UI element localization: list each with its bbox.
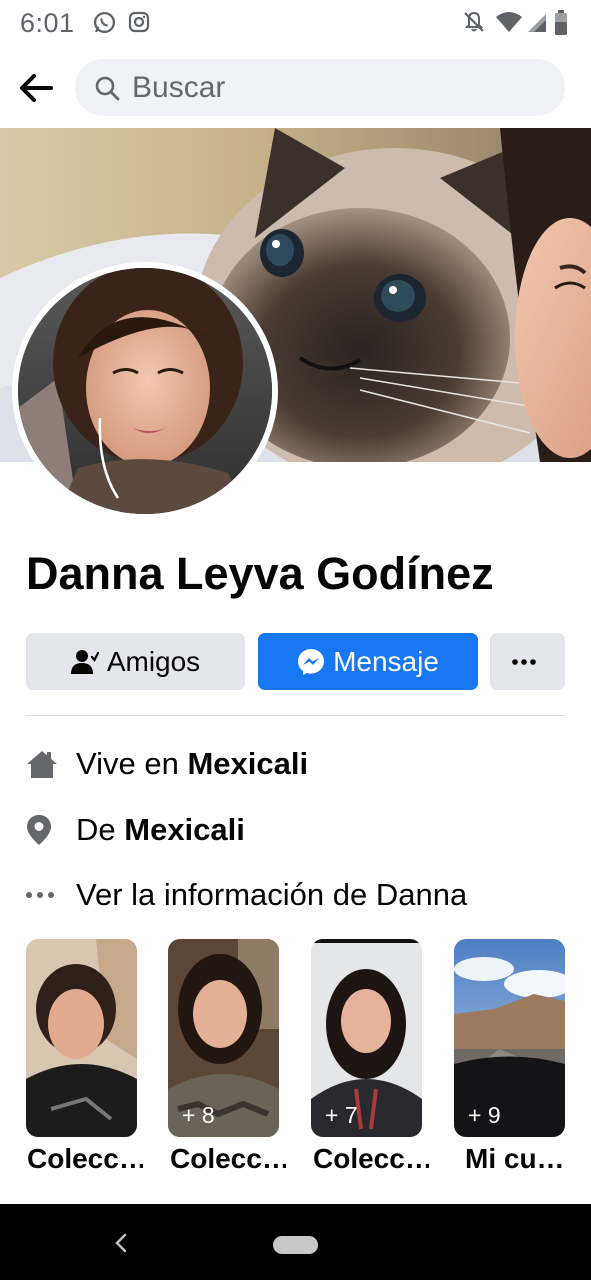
friends-button[interactable]: Amigos xyxy=(26,633,245,690)
mute-icon xyxy=(464,11,484,32)
profile-picture-image xyxy=(18,268,272,514)
more-icon xyxy=(511,658,536,665)
highlight-card[interactable]: + 9 xyxy=(454,939,565,1137)
message-button[interactable]: Mensaje xyxy=(258,633,478,690)
highlight-label[interactable]: Mi cu… xyxy=(465,1143,581,1175)
system-back-button[interactable] xyxy=(112,1230,130,1256)
add-friend-icon xyxy=(70,649,99,674)
highlight-card[interactable] xyxy=(26,939,137,1137)
info-from: De Mexicali xyxy=(26,810,245,850)
location-icon xyxy=(27,815,51,845)
highlight-thumbnail xyxy=(26,939,137,1137)
highlight-count: + 9 xyxy=(468,1102,501,1128)
info-from-city: Mexicali xyxy=(124,812,245,847)
info-lives-city: Mexicali xyxy=(187,746,309,781)
signal-icon xyxy=(528,14,546,32)
highlight-count: + 7 xyxy=(325,1102,358,1128)
system-home-pill[interactable] xyxy=(273,1236,318,1254)
status-time: 6:01 xyxy=(20,8,75,38)
back-arrow-icon xyxy=(20,74,53,102)
messenger-icon xyxy=(298,648,325,675)
highlight-label[interactable]: Colecc… xyxy=(27,1143,143,1175)
highlight-label[interactable]: Colecc… xyxy=(170,1143,286,1175)
divider xyxy=(26,715,565,716)
info-lives-prefix: Vive en xyxy=(76,746,188,781)
search-placeholder: Buscar xyxy=(132,71,226,104)
battery-icon xyxy=(555,10,567,35)
info-from-prefix: De xyxy=(76,812,125,847)
search-icon xyxy=(95,76,120,101)
more-options-button[interactable] xyxy=(490,633,565,690)
highlight-label[interactable]: Colecc… xyxy=(313,1143,429,1175)
search-header: Buscar xyxy=(0,52,591,124)
instagram-icon xyxy=(128,11,150,33)
whatsapp-icon xyxy=(93,11,116,34)
system-nav-bar xyxy=(0,1204,591,1280)
highlight-card[interactable]: + 8 xyxy=(168,939,279,1137)
info-lives-in: Vive en Mexicali xyxy=(26,744,308,784)
wifi-icon xyxy=(496,12,522,32)
message-button-label: Mensaje xyxy=(333,645,439,677)
highlight-count: + 8 xyxy=(182,1102,215,1128)
profile-picture[interactable] xyxy=(12,262,278,520)
search-input[interactable]: Buscar xyxy=(75,59,565,116)
highlight-card[interactable]: + 7 xyxy=(311,939,422,1137)
friends-button-label: Amigos xyxy=(106,645,201,677)
home-icon xyxy=(27,751,57,778)
status-bar: 6:01 xyxy=(0,0,591,48)
back-button[interactable] xyxy=(16,68,56,108)
ellipsis-icon xyxy=(26,892,54,898)
profile-name: Danna Leyva Godínez xyxy=(26,548,494,599)
see-about-link[interactable]: Ver la información de Danna xyxy=(26,875,467,915)
see-about-label: Ver la información de Danna xyxy=(76,877,468,912)
